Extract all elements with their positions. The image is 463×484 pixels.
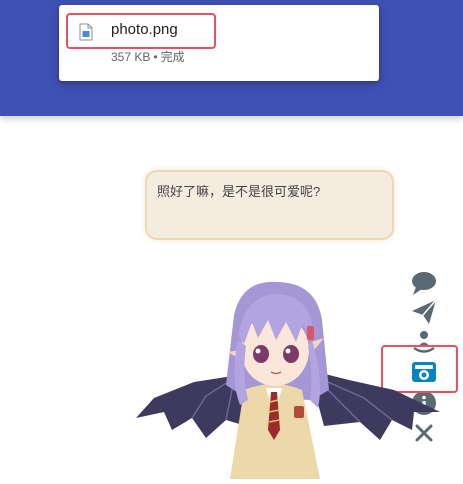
meta-separator: • — [153, 50, 158, 64]
download-file-size: 357 KB — [111, 50, 151, 64]
download-file-meta: 357 KB • 完成 — [111, 48, 185, 65]
image-file-icon — [79, 23, 93, 41]
download-status: 完成 — [160, 50, 185, 64]
mascot-message: 照好了嘛，是不是很可爱呢? — [157, 184, 321, 199]
right-wing — [309, 370, 440, 440]
live2d-mascot[interactable] — [134, 280, 450, 479]
download-popup: photo.png 357 KB • 完成 — [59, 5, 379, 81]
mascot-speech-bubble: 照好了嘛，是不是很可爱呢? — [145, 170, 394, 240]
download-file-name[interactable]: photo.png — [111, 21, 178, 38]
